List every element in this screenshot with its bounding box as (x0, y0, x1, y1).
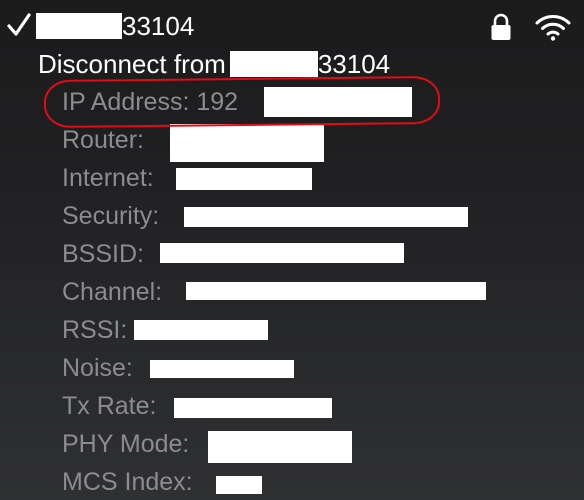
detail-security: Security: (62, 197, 159, 235)
redacted-internet-value (176, 168, 312, 190)
mcs-index-label: MCS Index: (62, 467, 193, 496)
bssid-label: BSSID: (62, 239, 144, 268)
redacted-rssi-value (134, 320, 268, 340)
phy-mode-label: PHY Mode: (62, 429, 190, 458)
router-label: Router: (62, 125, 144, 154)
internet-label: Internet: (62, 163, 154, 192)
detail-channel: Channel: (62, 273, 162, 311)
redacted-bssid-value (160, 243, 404, 263)
redacted-network-name (36, 13, 122, 39)
detail-rssi: RSSI: (62, 311, 127, 349)
wifi-icon (535, 15, 571, 41)
redacted-security-value (184, 207, 468, 227)
wifi-menu: 33104 Disconnect from 33104 IP Address: … (0, 0, 584, 500)
lock-icon (491, 13, 511, 40)
noise-label: Noise: (62, 353, 133, 382)
detail-tx-rate: Tx Rate: (62, 387, 156, 425)
detail-phy-mode: PHY Mode: (62, 425, 189, 463)
disconnect-network-suffix: 33104 (317, 48, 391, 79)
redacted-router-value (170, 124, 324, 162)
ip-address-highlight-annotation (43, 75, 441, 129)
checkmark-icon (7, 13, 31, 36)
redacted-network-name (229, 51, 318, 77)
security-label: Security: (62, 201, 160, 230)
redacted-noise-value (150, 360, 294, 378)
rssi-label: RSSI: (62, 315, 128, 344)
tx-rate-label: Tx Rate: (62, 391, 157, 420)
redacted-phy-mode-value (208, 431, 352, 463)
detail-mcs-index: MCS Index: (62, 463, 193, 500)
detail-internet: Internet: (62, 159, 154, 197)
redacted-tx-rate-value (174, 398, 332, 418)
disconnect-label: Disconnect from (38, 48, 226, 79)
redacted-channel-value (186, 282, 486, 300)
network-item-current[interactable]: 33104 (36, 7, 194, 45)
channel-label: Channel: (62, 277, 163, 306)
redacted-mcs-index-value (216, 476, 262, 494)
detail-noise: Noise: (62, 349, 133, 387)
detail-bssid: BSSID: (62, 235, 144, 273)
network-name-suffix: 33104 (122, 10, 195, 41)
